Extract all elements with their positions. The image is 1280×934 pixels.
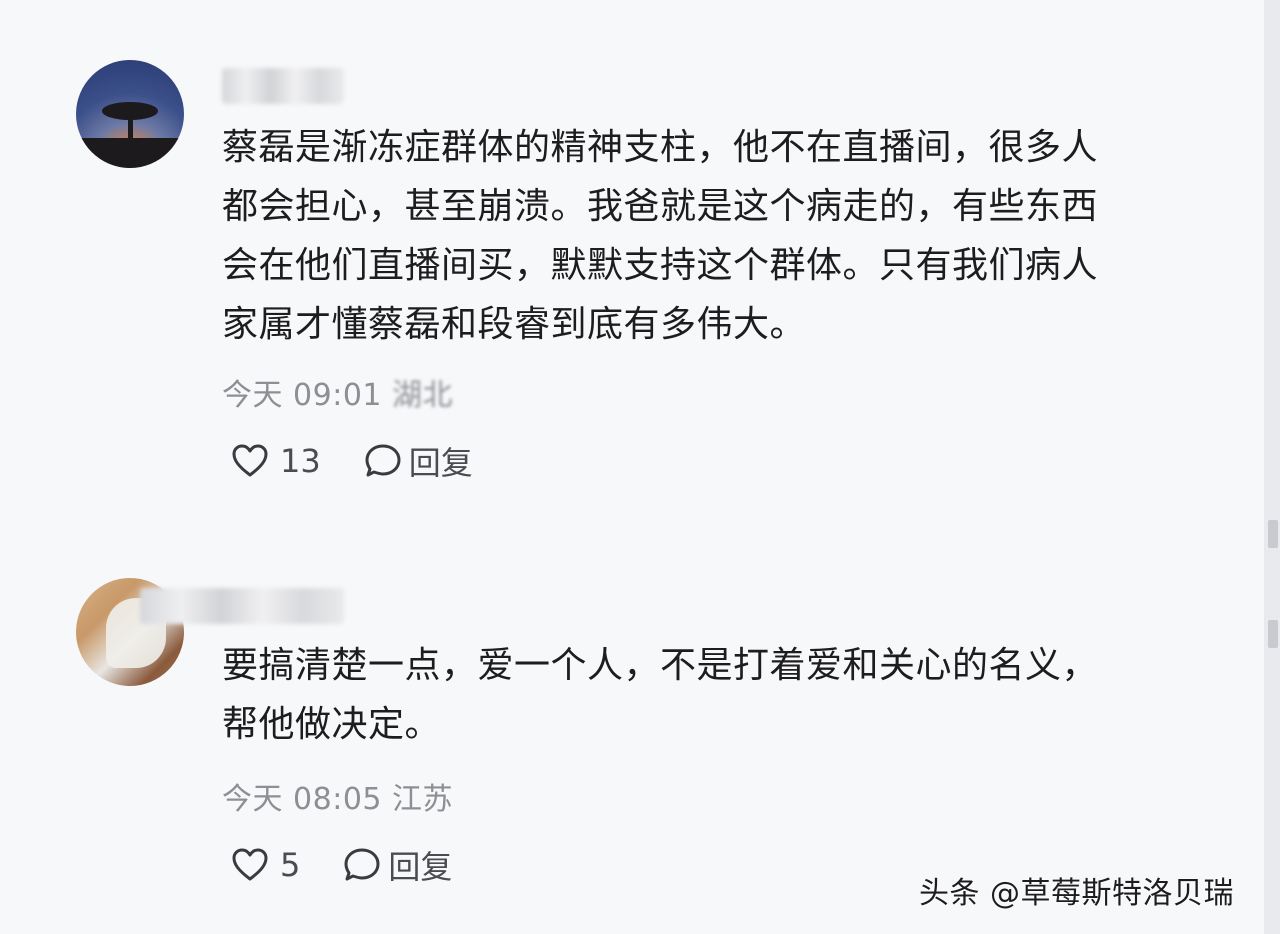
- heart-icon: [232, 848, 268, 881]
- reply-label: 回复: [388, 848, 453, 886]
- comment-time: 今天 08:05: [222, 782, 382, 817]
- like-button[interactable]: 13: [230, 441, 321, 481]
- reply-button[interactable]: 回复: [363, 438, 473, 484]
- username-blurred[interactable]: [222, 68, 344, 104]
- speech-bubble-icon: [344, 848, 380, 881]
- reply-button[interactable]: 回复: [342, 842, 452, 888]
- heart-icon: [232, 444, 268, 477]
- comment-text: 要搞清楚一点，爱一个人，不是打着爱和关心的名义， 帮他做决定。: [222, 645, 1099, 745]
- like-button[interactable]: 5: [230, 845, 300, 885]
- like-count: 13: [280, 442, 321, 480]
- reply-label: 回复: [408, 444, 473, 482]
- user-avatar[interactable]: [76, 60, 184, 168]
- comment-time: 今天 09:01: [222, 378, 382, 413]
- comment-actions: 5 回复: [230, 842, 452, 888]
- speech-bubble-icon: [365, 444, 401, 477]
- comment-location: 湖北: [392, 378, 454, 413]
- comment-actions: 13 回复: [230, 438, 473, 484]
- like-count: 5: [280, 846, 301, 884]
- comment-list: 蔡磊是渐冻症群体的精神支柱，他不在直播间，很多人 都会担心，甚至崩溃。我爸就是这…: [0, 0, 1264, 934]
- watermark: 头条 @草莓斯特洛贝瑞: [918, 876, 1234, 911]
- username-blurred[interactable]: [140, 588, 344, 624]
- comment-text: 蔡磊是渐冻症群体的精神支柱，他不在直播间，很多人 都会担心，甚至崩溃。我爸就是这…: [222, 127, 1099, 345]
- comment-meta: 今天 09:01 湖北: [222, 370, 453, 414]
- scroll-edge: [1264, 0, 1280, 934]
- comment-location: 江苏: [392, 782, 454, 817]
- comment-meta: 今天 08:05 江苏: [222, 774, 453, 818]
